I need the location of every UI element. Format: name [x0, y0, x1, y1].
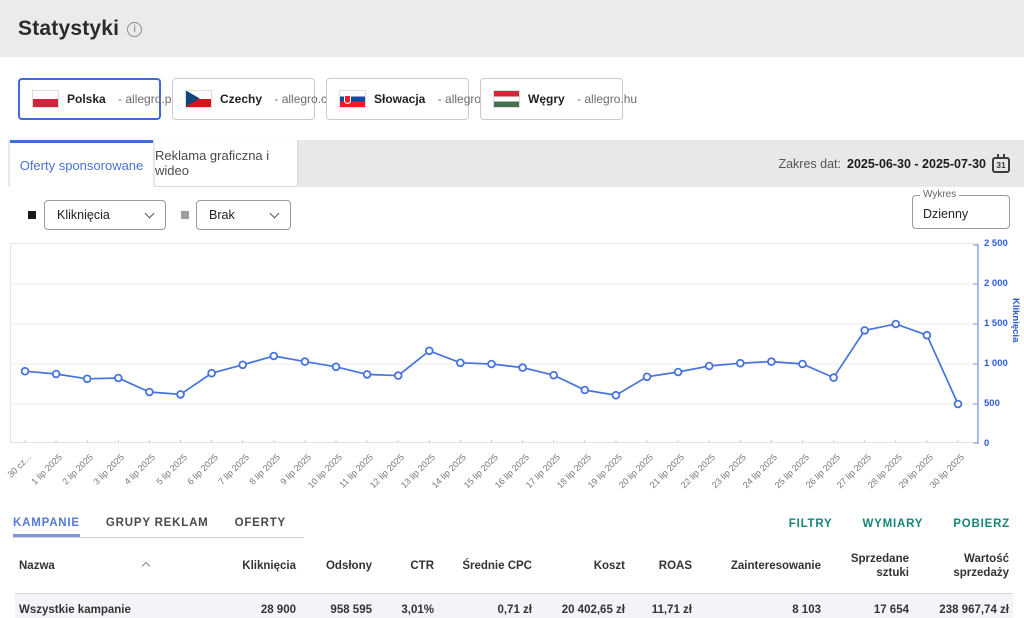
table-cell: 28 900 — [230, 593, 300, 618]
report-tab-kampanie[interactable]: KAMPANIE — [13, 511, 80, 537]
tab-reklama-graficzna[interactable]: Reklama graficzna i wideo — [155, 140, 297, 187]
date-range-value: 2025-06-30 - 2025-07-30 — [847, 157, 986, 171]
clicks-line-chart: 05001 0001 5002 0002 500 Kliknięcia 30 c… — [0, 243, 1024, 500]
chart-y-axis: 05001 0001 5002 0002 500 — [984, 243, 1014, 443]
report-section: KAMPANIE GRUPY REKLAM OFERTY FILTRY WYMIARY… — [0, 504, 1024, 618]
country-name: Słowacja — [374, 92, 425, 106]
country-name: Polska — [67, 92, 106, 106]
table-row: Wszystkie kampanie28 900958 5953,01%0,71… — [15, 593, 1013, 618]
sort-asc-icon[interactable] — [142, 562, 150, 570]
column-header-ctr[interactable]: CTR — [376, 538, 438, 593]
country-domain: - allegro.pl — [115, 92, 174, 106]
column-header-kliknięcia[interactable]: Kliknięcia — [230, 538, 300, 593]
chevron-down-icon — [270, 209, 280, 219]
table-cell: 238 967,74 zł — [913, 593, 1013, 618]
chart-interval-select[interactable]: Wykres Dzienny — [912, 195, 1010, 229]
report-actions: FILTRY WYMIARY POBIERZ — [789, 518, 1010, 530]
chart-svg — [11, 244, 979, 444]
chart-controls: Kliknięcia Brak Wykres Dzienny — [0, 187, 1024, 243]
table-cell: Wszystkie kampanie — [15, 593, 230, 618]
metric-select[interactable]: Kliknięcia — [44, 200, 166, 230]
y-tick-label: 0 — [984, 438, 989, 449]
flag-cz-icon — [186, 91, 211, 107]
table-cell: 20 402,65 zł — [536, 593, 629, 618]
table-cell: 17 654 — [825, 593, 913, 618]
column-header-nazwa[interactable]: Nazwa — [15, 538, 230, 593]
page-title: Statystyki — [18, 17, 119, 41]
tab-label: Oferty sponsorowane — [20, 158, 144, 173]
action-pobierz[interactable]: POBIERZ — [953, 518, 1010, 530]
y-tick-label: 2 500 — [984, 238, 1008, 249]
date-range-picker[interactable]: Zakres dat: 2025-06-30 - 2025-07-30 31 — [778, 140, 1010, 187]
country-button-sk[interactable]: Słowacja - allegro.sk — [326, 78, 469, 120]
country-button-pl[interactable]: Polska - allegro.pl — [18, 78, 161, 120]
interval-select-label: Wykres — [920, 189, 959, 200]
y-tick-label: 1 000 — [984, 358, 1008, 369]
table-cell: 11,71 zł — [629, 593, 696, 618]
column-header-odsłony[interactable]: Odsłony — [300, 538, 376, 593]
y-tick-label: 2 000 — [984, 278, 1008, 289]
chart-y-axis-title: Kliknięcia — [1010, 298, 1021, 342]
date-range-label: Zakres dat: — [778, 157, 841, 171]
country-name: Czechy — [220, 92, 262, 106]
column-header-koszt[interactable]: Koszt — [536, 538, 629, 593]
campaign-stats-table: NazwaKliknięciaOdsłonyCTRŚrednie CPCKosz… — [15, 538, 1013, 618]
main-tabs: Oferty sponsorowane Reklama graficzna i … — [8, 140, 1024, 187]
action-filtry[interactable]: FILTRY — [789, 518, 833, 530]
column-header-średnie-cpc[interactable]: Średnie CPC — [438, 538, 536, 593]
report-tab-oferty[interactable]: OFERTY — [235, 511, 286, 537]
compare-select[interactable]: Brak — [196, 200, 291, 230]
action-wymiary[interactable]: WYMIARY — [863, 518, 924, 530]
column-header-sprzedane-sztuki[interactable]: Sprzedane sztuki — [825, 538, 913, 593]
country-domain: - allegro.hu — [574, 92, 637, 106]
interval-select-value: Dzienny — [923, 207, 968, 221]
column-header-zainteresowanie[interactable]: Zainteresowanie — [696, 538, 825, 593]
country-button-hu[interactable]: Węgry - allegro.hu — [480, 78, 623, 120]
y-tick-label: 500 — [984, 398, 1000, 409]
report-tab-grupy-reklam[interactable]: GRUPY REKLAM — [106, 511, 209, 537]
calendar-icon[interactable]: 31 — [992, 157, 1010, 173]
chart-x-axis: 30 cz...1 lip 20252 lip 20253 lip 20254 … — [10, 443, 978, 499]
tab-label: Reklama graficzna i wideo — [155, 148, 297, 178]
table-cell: 3,01% — [376, 593, 438, 618]
page-header: Statystyki i — [0, 0, 1024, 57]
chevron-down-icon — [145, 209, 155, 219]
chart-plot-area — [10, 243, 978, 443]
column-header-wartość-sprzedaży[interactable]: Wartość sprzedaży — [913, 538, 1013, 593]
y-tick-label: 1 500 — [984, 318, 1008, 329]
flag-sk-icon — [340, 91, 365, 107]
tab-oferty-sponsorowane[interactable]: Oferty sponsorowane — [10, 140, 153, 187]
country-name: Węgry — [528, 92, 565, 106]
metric-series-swatch — [28, 211, 36, 219]
country-button-cz[interactable]: Czechy - allegro.cz — [172, 78, 315, 120]
compare-series-swatch — [181, 211, 189, 219]
table-cell: 0,71 zł — [438, 593, 536, 618]
flag-hu-icon — [494, 91, 519, 107]
flag-pl-icon — [33, 91, 58, 107]
country-selector: Polska - allegro.plCzechy - allegro.czSł… — [0, 57, 1024, 140]
table-cell: 8 103 — [696, 593, 825, 618]
info-icon[interactable]: i — [127, 22, 142, 37]
metric-select-value: Kliknięcia — [57, 208, 110, 222]
compare-select-value: Brak — [209, 208, 235, 222]
country-domain: - allegro.cz — [271, 92, 333, 106]
report-tabs: KAMPANIE GRUPY REKLAM OFERTY — [13, 511, 304, 538]
column-header-roas[interactable]: ROAS — [629, 538, 696, 593]
table-cell: 958 595 — [300, 593, 376, 618]
